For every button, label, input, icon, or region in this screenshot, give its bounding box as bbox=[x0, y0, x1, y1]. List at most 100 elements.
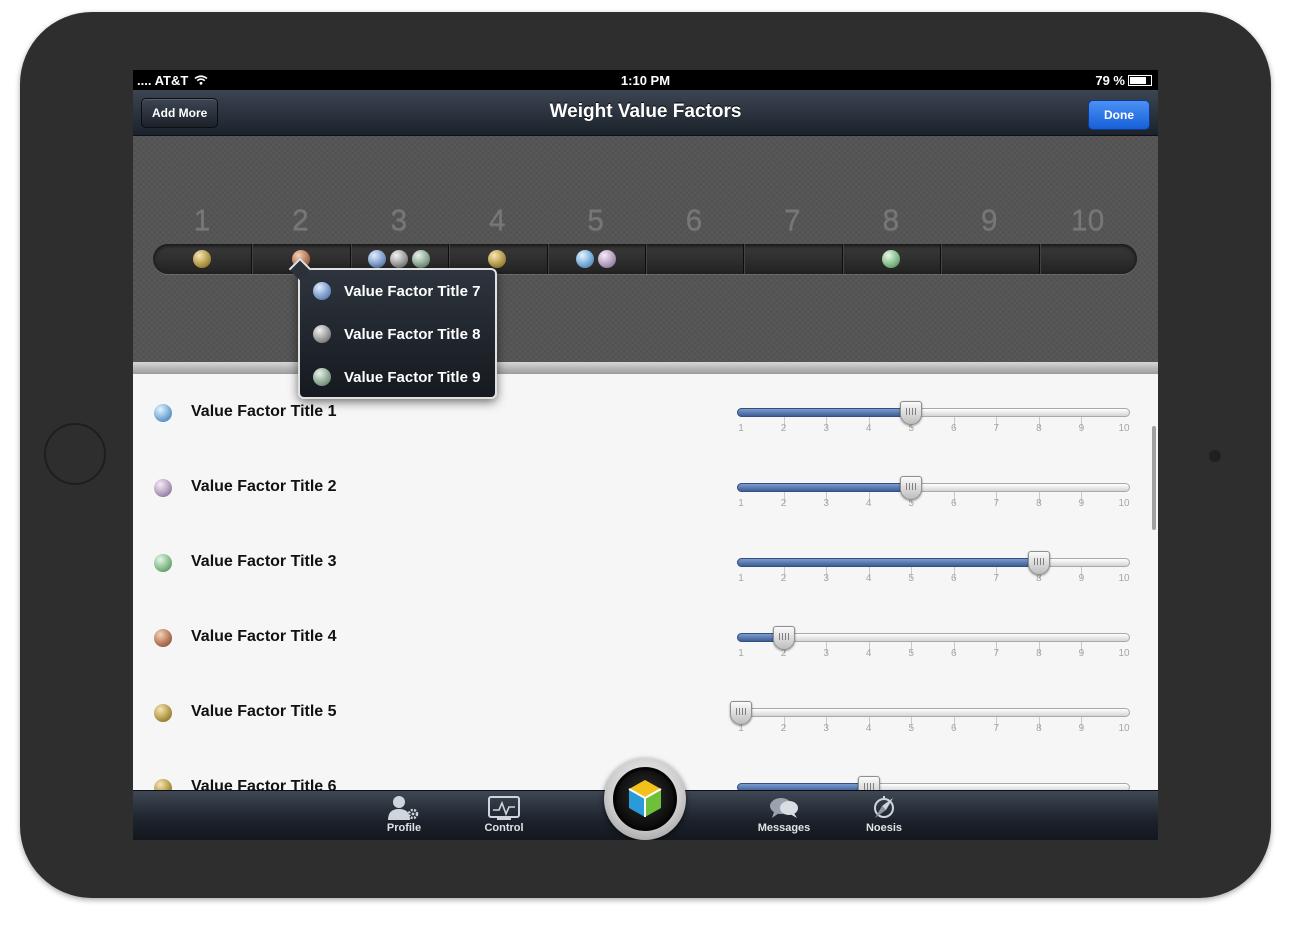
scale-slot-3-ball[interactable] bbox=[390, 250, 408, 268]
slider-tick-label: 6 bbox=[950, 723, 957, 734]
weight-slider[interactable]: 12345678910 bbox=[737, 551, 1130, 597]
tab-control[interactable]: Control bbox=[464, 795, 544, 834]
grip-icon bbox=[863, 783, 875, 790]
tab-noesis[interactable]: Noesis bbox=[844, 795, 924, 834]
slider-thumb[interactable] bbox=[772, 626, 795, 650]
value-factor-ball-icon bbox=[313, 282, 331, 300]
slider-fill bbox=[737, 483, 912, 492]
battery-icon bbox=[1128, 75, 1152, 86]
slider-tick-label: 6 bbox=[950, 573, 957, 584]
popover-item-label: Value Factor Title 7 bbox=[344, 283, 481, 300]
scrollbar[interactable] bbox=[1152, 426, 1156, 530]
value-factor-label: Value Factor Title 1 bbox=[191, 403, 337, 420]
slider-tick-label: 7 bbox=[993, 723, 1000, 734]
slider-tick-label: 7 bbox=[993, 648, 1000, 659]
weight-slider[interactable]: 12345678910 bbox=[737, 626, 1130, 672]
slider-thumb[interactable] bbox=[900, 476, 923, 500]
status-bar: .... AT&T 1:10 PM 79 % bbox=[133, 70, 1158, 90]
home-button[interactable] bbox=[44, 423, 106, 485]
scale-number-3: 3 bbox=[390, 204, 408, 237]
value-factor-list: Value Factor Title 1 1 2 3 4 5 6 7 8 9 10 Value Fac… bbox=[133, 374, 1158, 825]
grip-icon bbox=[778, 633, 790, 640]
navigation-bar: Add More Weight Value Factors Done bbox=[133, 90, 1158, 136]
scale-slot-1-ball[interactable] bbox=[193, 250, 212, 268]
scale-number-8: 8 bbox=[882, 204, 900, 237]
scale-number-10: 10 bbox=[1070, 204, 1105, 237]
slider-tick-label: 9 bbox=[1078, 573, 1085, 584]
slider-tick-label: 7 bbox=[993, 573, 1000, 584]
weight-slider[interactable]: 12345678910 bbox=[737, 401, 1130, 447]
tab-control-label: Control bbox=[484, 822, 524, 834]
grip-icon bbox=[736, 708, 747, 715]
scale-slot-5-ball[interactable] bbox=[597, 250, 616, 268]
chat-bubbles-icon bbox=[770, 798, 798, 818]
scale-slot-3-ball[interactable] bbox=[368, 250, 386, 268]
monitor-chart-icon bbox=[488, 796, 520, 820]
scale-slot-5-ball[interactable] bbox=[575, 250, 594, 268]
slider-thumb[interactable] bbox=[730, 701, 752, 725]
slider-tick-label: 3 bbox=[823, 723, 829, 734]
scale-slot-4-ball[interactable] bbox=[488, 250, 507, 268]
slider-tick-label: 4 bbox=[865, 573, 872, 584]
grip-icon bbox=[1033, 558, 1045, 565]
value-factor-row: Value Factor Title 1 1 2 3 4 5 6 7 8 9 10 bbox=[133, 374, 1158, 450]
popover-item-label: Value Factor Title 9 bbox=[344, 369, 481, 386]
scale-number-5: 5 bbox=[587, 204, 604, 237]
slider-thumb[interactable] bbox=[900, 401, 923, 425]
popover-item[interactable]: Value Factor Title 7 bbox=[300, 270, 495, 313]
slider-tick-label: 4 bbox=[865, 423, 872, 434]
scale-number-4: 4 bbox=[488, 204, 506, 237]
value-factor-label: Value Factor Title 2 bbox=[191, 478, 337, 495]
weight-scale-panel: 1 2 3 4 5 6 7 8 9 10 bbox=[133, 136, 1158, 362]
center-home-button[interactable] bbox=[604, 758, 686, 840]
slider-tick-label: 8 bbox=[1036, 648, 1042, 659]
slider-tick-label: 1 bbox=[738, 573, 744, 584]
weight-slider[interactable]: 12345678910 bbox=[737, 476, 1130, 522]
popover-item[interactable]: Value Factor Title 8 bbox=[300, 313, 495, 356]
value-factor-label: Value Factor Title 3 bbox=[191, 553, 337, 570]
slider-tick-label: 10 bbox=[1118, 573, 1130, 584]
scale-number-6: 6 bbox=[685, 204, 703, 237]
slider-tick-label: 5 bbox=[908, 573, 914, 584]
slider-tick-label: 10 bbox=[1118, 498, 1130, 509]
slider-thumb[interactable] bbox=[1027, 551, 1050, 575]
scale-divider bbox=[940, 244, 942, 274]
slider-tick-label: 10 bbox=[1118, 723, 1130, 734]
slider-tick-label: 8 bbox=[1036, 423, 1042, 434]
scale-divider bbox=[546, 244, 548, 274]
scale-number-9: 9 bbox=[980, 204, 998, 237]
slider-tick-label: 7 bbox=[993, 498, 1000, 509]
scale-number-7: 7 bbox=[784, 204, 801, 237]
panel-divider bbox=[133, 362, 1158, 374]
scale-divider bbox=[251, 244, 253, 274]
slider-tick-label: 2 bbox=[780, 498, 787, 509]
scale-slot-8-ball[interactable] bbox=[882, 250, 900, 268]
tab-messages[interactable]: Messages bbox=[744, 795, 824, 834]
slider-tick-label: 4 bbox=[865, 648, 872, 659]
weight-slider[interactable]: 12345678910 bbox=[730, 701, 1130, 747]
slider-track[interactable] bbox=[737, 633, 1130, 642]
battery-indicator: 79 % bbox=[1095, 73, 1152, 88]
scale-slot-3-ball[interactable] bbox=[412, 250, 430, 268]
compass-icon bbox=[874, 796, 894, 818]
slider-tick-label: 4 bbox=[865, 498, 872, 509]
slider-fill bbox=[737, 408, 912, 417]
center-button-core bbox=[613, 767, 677, 831]
value-factor-row: Value Factor Title 2 1 2 3 4 5 6 7 8 9 10 bbox=[133, 449, 1158, 525]
slider-track[interactable] bbox=[737, 708, 1130, 717]
value-factor-ball-icon bbox=[154, 479, 172, 497]
value-factor-ball-icon bbox=[154, 404, 172, 422]
popover-item[interactable]: Value Factor Title 9 bbox=[300, 356, 495, 399]
scale-divider bbox=[841, 244, 843, 274]
slider-tick-label: 9 bbox=[1078, 723, 1085, 734]
slider-tick-label: 5 bbox=[908, 723, 914, 734]
tab-profile[interactable]: Profile bbox=[364, 795, 444, 834]
clock: 1:10 PM bbox=[620, 73, 671, 88]
slider-tick-label: 3 bbox=[823, 648, 829, 659]
slider-tick-label: 1 bbox=[738, 498, 744, 509]
done-button[interactable]: Done bbox=[1088, 100, 1150, 130]
slider-tick-label: 2 bbox=[780, 723, 787, 734]
value-factor-ball-icon bbox=[154, 629, 172, 647]
cube-logo-icon bbox=[628, 780, 662, 817]
slider-tick-label: 8 bbox=[1036, 498, 1042, 509]
